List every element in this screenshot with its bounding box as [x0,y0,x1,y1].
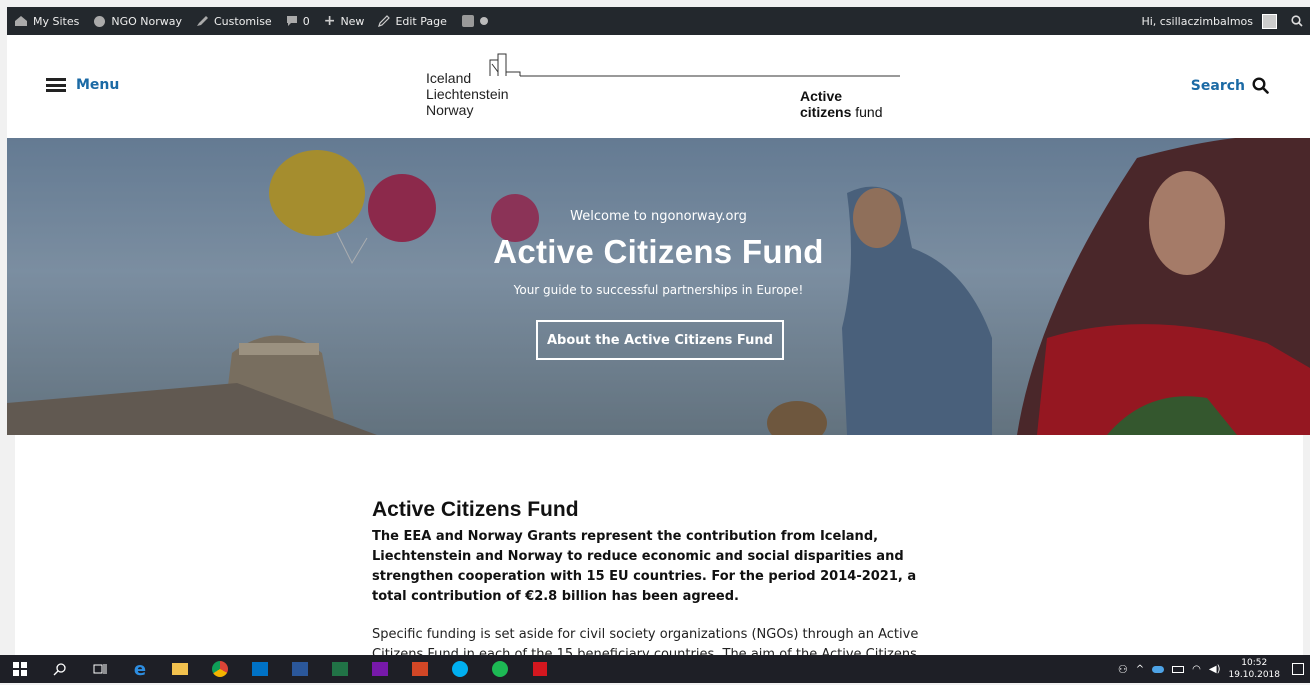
logo-countries: Iceland Liechtenstein Norway [426,70,509,118]
start-button[interactable] [0,655,40,683]
article-title: Active Citizens Fund [372,498,579,521]
search-icon [53,663,66,676]
logo-citizens-fund: citizens fund [800,104,883,120]
onedrive-icon[interactable] [1152,665,1165,673]
admin-bar: My Sites NGO Norway Customise 0 + New Ed… [7,7,1310,35]
skype-icon [452,661,468,677]
search-label: Search [1190,77,1245,94]
admin-edit-page[interactable]: Edit Page [371,7,453,35]
clock-time: 10:52 [1241,658,1268,668]
excel-icon [332,662,348,676]
taskbar-edge[interactable]: e [120,655,160,683]
task-view[interactable] [80,655,120,683]
acrobat-icon [533,662,547,676]
taskbar-excel[interactable] [320,655,360,683]
logo-line-liechtenstein: Liechtenstein [426,86,509,102]
taskbar-outlook[interactable] [240,655,280,683]
hero-subtitle: Your guide to successful partnerships in… [513,283,804,297]
site-logo[interactable]: Iceland Liechtenstein Norway Active citi… [420,50,900,125]
onenote-icon [372,662,388,676]
site-header: Menu Iceland Liechtenstein Norway Active… [7,35,1310,138]
admin-search[interactable] [1284,7,1310,35]
main-content: Active Citizens Fund The EEA and Norway … [15,435,1303,682]
admin-account[interactable]: Hi, csillaczimbalmos [1134,7,1284,35]
wifi-icon[interactable]: ◠ [1192,664,1201,675]
spotify-icon [492,661,508,677]
admin-yoast[interactable] [454,7,495,35]
taskbar-powerpoint[interactable] [400,655,440,683]
taskbar-word[interactable] [280,655,320,683]
notifications-icon[interactable] [1292,663,1304,675]
edge-icon: e [133,658,147,680]
admin-new[interactable]: + New [317,7,372,35]
battery-icon[interactable] [1172,665,1185,673]
word-icon [292,662,308,676]
logo-citizens: citizens [800,104,852,120]
taskbar-explorer[interactable] [160,655,200,683]
people-icon[interactable]: ⚇ [1118,663,1128,676]
search-icon [1252,77,1269,94]
task-view-icon [93,664,107,674]
yoast-icon [461,15,474,27]
admin-my-sites-label: My Sites [33,14,80,28]
brush-icon [197,16,208,26]
admin-my-sites[interactable]: My Sites [7,7,86,35]
hero-banner: Welcome to ngonorway.org Active Citizens… [7,138,1310,435]
system-tray: ⚇ ^ ◠ ◀) 10:52 19.10.2018 [1118,655,1310,683]
logo-line-iceland: Iceland [426,70,472,86]
comment-icon [286,16,297,26]
hamburger-icon [46,78,66,92]
taskbar-skype[interactable] [440,655,480,683]
admin-new-label: New [340,14,365,28]
admin-site[interactable]: NGO Norway [86,7,189,35]
hero-welcome: Welcome to ngonorway.org [570,209,747,224]
taskbar-chrome[interactable] [200,655,240,683]
admin-greeting: Hi, csillaczimbalmos [1141,14,1253,28]
admin-customise-label: Customise [214,14,272,28]
menu-label: Menu [76,77,120,93]
taskbar-spotify[interactable] [480,655,520,683]
admin-edit-page-label: Edit Page [395,14,447,28]
taskbar: e ⚇ ^ ◠ ◀) 10:52 19.10.2018 [0,655,1310,683]
logo-line-norway: Norway [426,102,474,118]
taskbar-acrobat[interactable] [520,655,560,683]
chrome-icon [212,661,228,677]
logo-active: Active [800,88,843,104]
admin-customise[interactable]: Customise [189,7,279,35]
sites-icon [15,16,27,26]
avatar [1262,13,1277,29]
pencil-icon [378,15,391,27]
admin-site-label: NGO Norway [111,14,182,28]
volume-icon[interactable]: ◀) [1209,664,1221,675]
dashboard-icon [94,16,106,27]
hero-title: Active Citizens Fund [493,233,824,270]
windows-icon [13,662,27,676]
about-fund-button[interactable]: About the Active Citizens Fund [536,320,784,360]
logo-fund: fund [851,104,883,120]
chevron-up-icon[interactable]: ^ [1136,664,1144,675]
clock-date: 19.10.2018 [1228,670,1280,680]
article-lead: The EEA and Norway Grants represent the … [372,529,917,604]
menu-button[interactable]: Menu [46,77,119,93]
taskbar-search[interactable] [40,655,80,683]
search-button[interactable]: Search [1191,77,1269,94]
search-icon [1291,15,1303,27]
admin-comments-count: 0 [302,14,310,28]
outlook-icon [252,662,268,676]
plus-icon: + [323,13,336,29]
clock[interactable]: 10:52 19.10.2018 [1228,657,1280,681]
status-dot-icon [479,17,488,25]
logo-fund-name: Active citizens fund [800,88,883,120]
taskbar-onenote[interactable] [360,655,400,683]
admin-comments[interactable]: 0 [279,7,317,35]
powerpoint-icon [412,662,428,676]
folder-icon [172,663,188,675]
